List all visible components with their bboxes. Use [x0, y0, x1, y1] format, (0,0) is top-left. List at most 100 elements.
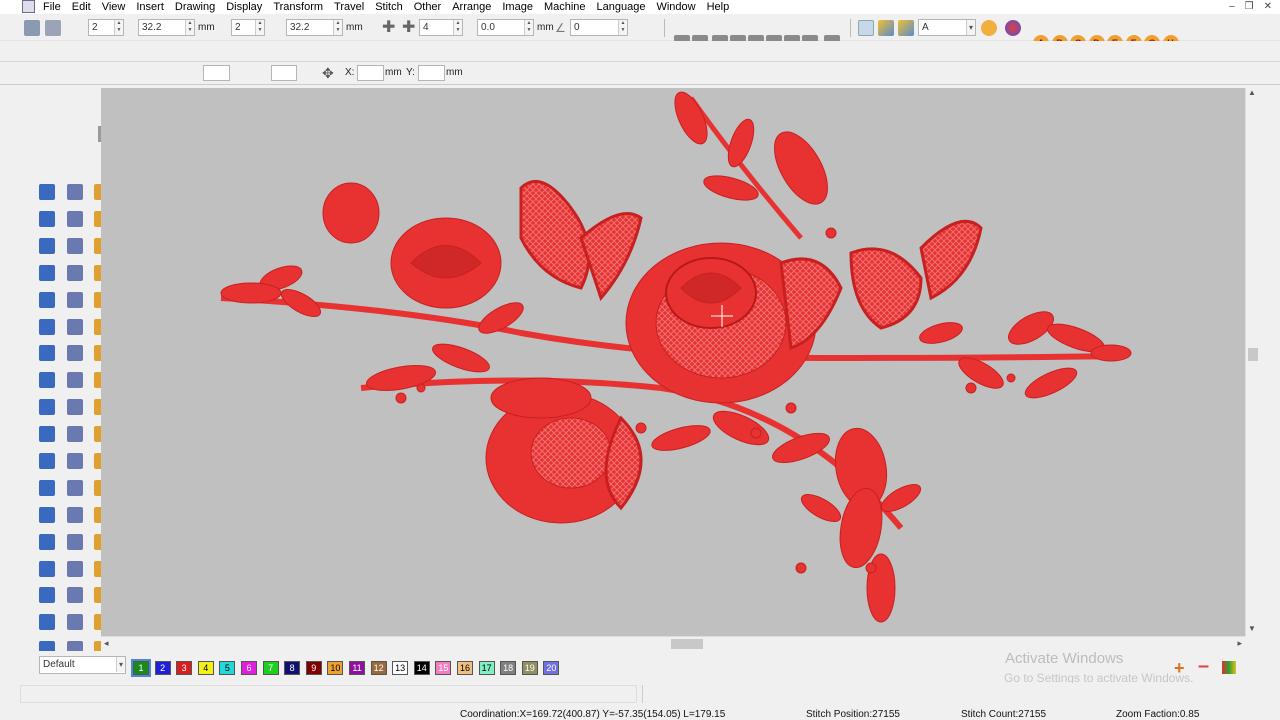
menu-insert[interactable]: Insert — [136, 0, 164, 14]
layer-select[interactable]: Default ▾ — [39, 656, 126, 674]
menu-drawing[interactable]: Drawing — [175, 0, 215, 14]
spin-icon[interactable]: ▲ ▼ — [618, 20, 627, 35]
color-swatch[interactable]: 18 — [500, 661, 517, 675]
color-swatch[interactable]: 15 — [435, 661, 452, 675]
transform-value-field[interactable] — [203, 65, 230, 81]
menu-file[interactable]: File — [43, 0, 61, 14]
edit-tool-icon[interactable] — [67, 345, 83, 361]
offset-field[interactable]: 0.0 ▲ ▼ — [477, 19, 534, 36]
menu-stitch[interactable]: Stitch — [375, 0, 403, 14]
close-icon[interactable]: ✕ — [1264, 0, 1272, 14]
spacing-count-field-2[interactable]: 2 ▲ ▼ — [231, 19, 265, 36]
zoom-in-icon[interactable]: + — [1174, 659, 1185, 677]
spin-icon[interactable]: ▲ ▼ — [114, 20, 123, 35]
edit-tool-icon[interactable] — [67, 319, 83, 335]
color-swatch[interactable]: 5 — [219, 661, 236, 675]
spin-icon[interactable]: ▲ ▼ — [185, 20, 194, 35]
pen-icon[interactable] — [878, 20, 894, 36]
zoom-out-icon[interactable]: – — [1198, 656, 1209, 676]
chevron-down-icon[interactable]: ▾ — [966, 20, 975, 35]
menu-transform[interactable]: Transform — [273, 0, 323, 14]
transform-value-field-2[interactable] — [271, 65, 297, 81]
color-swatch[interactable]: 2 — [154, 661, 171, 675]
app-icon[interactable] — [22, 0, 35, 13]
color-bar-icon[interactable] — [1222, 661, 1236, 674]
repeat-count-field[interactable]: 4 ▲ ▼ — [419, 19, 463, 36]
menu-edit[interactable]: Edit — [72, 0, 91, 14]
draw-tool-icon[interactable] — [39, 480, 55, 496]
angle-icon[interactable]: ∠ — [555, 21, 571, 37]
draw-tool-icon[interactable] — [39, 587, 55, 603]
edit-tool-icon[interactable] — [67, 372, 83, 388]
font-settings-icon[interactable] — [981, 20, 997, 36]
color-swatch[interactable]: 20 — [543, 661, 560, 675]
color-swatch[interactable]: 1 — [131, 659, 151, 677]
menu-display[interactable]: Display — [226, 0, 262, 14]
color-swatch[interactable]: 3 — [176, 661, 193, 675]
edit-tool-icon[interactable] — [67, 614, 83, 630]
cross-icon[interactable] — [858, 20, 874, 36]
y-field[interactable] — [418, 65, 445, 81]
draw-tool-icon[interactable] — [39, 238, 55, 254]
color-swatch[interactable]: 14 — [413, 661, 430, 675]
edit-tool-icon[interactable] — [67, 292, 83, 308]
color-swatch[interactable]: 6 — [241, 661, 257, 675]
x-field[interactable] — [357, 65, 384, 81]
color-swatch[interactable]: 10 — [327, 661, 344, 675]
spacing-count-field[interactable]: 2 ▲ ▼ — [88, 19, 124, 36]
color-swatch[interactable]: 13 — [392, 661, 409, 675]
spin-icon[interactable]: ▲ ▼ — [333, 20, 342, 35]
draw-tool-icon[interactable] — [39, 292, 55, 308]
edit-tool-icon[interactable] — [67, 561, 83, 577]
color-swatch[interactable]: 11 — [349, 661, 365, 675]
edit-tool-icon[interactable] — [67, 399, 83, 415]
plus-move-icon[interactable]: ✚ — [382, 20, 398, 37]
draw-tool-icon[interactable] — [39, 399, 55, 415]
color-swatch[interactable]: 16 — [457, 661, 473, 675]
menu-machine[interactable]: Machine — [544, 0, 586, 14]
spin-icon[interactable]: ▲ ▼ — [453, 20, 462, 35]
grid-icon[interactable] — [24, 20, 40, 36]
chevron-down-icon[interactable]: ▾ — [116, 657, 125, 672]
draw-tool-icon[interactable] — [39, 211, 55, 227]
draw-tool-icon[interactable] — [39, 507, 55, 523]
edit-tool-icon[interactable] — [67, 265, 83, 281]
horizontal-scrollbar[interactable]: ◂ ▸ — [101, 636, 1245, 651]
brush-icon[interactable] — [898, 20, 914, 36]
color-wheel-icon[interactable] — [1005, 20, 1021, 36]
color-swatch[interactable]: 19 — [521, 661, 538, 675]
draw-tool-icon[interactable] — [39, 319, 55, 335]
menu-arrange[interactable]: Arrange — [452, 0, 491, 14]
spin-icon[interactable]: ▲ ▼ — [524, 20, 533, 35]
color-swatch[interactable]: 12 — [370, 661, 387, 675]
angle-field[interactable]: 0 ▲ ▼ — [570, 19, 628, 36]
color-swatch[interactable]: 17 — [478, 661, 495, 675]
spacing-width-field[interactable]: 32.2 ▲ ▼ — [138, 19, 195, 36]
menu-image[interactable]: Image — [502, 0, 533, 14]
draw-tool-icon[interactable] — [39, 372, 55, 388]
menu-window[interactable]: Window — [656, 0, 695, 14]
edit-tool-icon[interactable] — [67, 238, 83, 254]
edit-tool-icon[interactable] — [67, 211, 83, 227]
draw-tool-icon[interactable] — [39, 534, 55, 550]
draw-tool-icon[interactable] — [39, 345, 55, 361]
menu-other[interactable]: Other — [414, 0, 442, 14]
scroll-right-icon[interactable]: ▸ — [1237, 638, 1242, 649]
color-swatch[interactable]: 9 — [305, 661, 322, 675]
color-swatch[interactable]: 8 — [284, 661, 301, 675]
color-swatch[interactable]: 4 — [197, 661, 214, 675]
restore-icon[interactable]: ❐ — [1245, 0, 1254, 14]
edit-tool-icon[interactable] — [67, 426, 83, 442]
edit-tool-icon[interactable] — [67, 534, 83, 550]
draw-tool-icon[interactable] — [39, 426, 55, 442]
draw-tool-icon[interactable] — [39, 453, 55, 469]
edit-tool-icon[interactable] — [67, 507, 83, 523]
edit-tool-icon[interactable] — [67, 453, 83, 469]
edit-tool-icon[interactable] — [67, 480, 83, 496]
edit-tool-icon[interactable] — [67, 184, 83, 200]
draw-tool-icon[interactable] — [39, 184, 55, 200]
menu-view[interactable]: View — [102, 0, 126, 14]
menu-travel[interactable]: Travel — [334, 0, 364, 14]
draw-tool-icon[interactable] — [39, 265, 55, 281]
plus-move-icon-2[interactable]: ✚ — [402, 20, 418, 37]
